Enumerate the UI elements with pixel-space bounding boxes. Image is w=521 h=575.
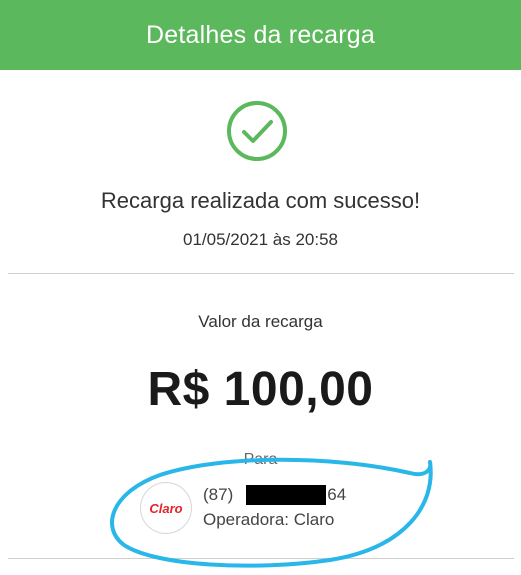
divider <box>8 273 514 274</box>
recipient-phone: (87) 64 <box>203 485 346 505</box>
header-title: Detalhes da recarga <box>146 20 375 49</box>
redaction-bar <box>246 485 327 505</box>
phone-area-code: (87) <box>203 485 234 504</box>
recipient-label: Para <box>243 451 278 468</box>
app-header: Detalhes da recarga <box>0 0 521 70</box>
claro-logo-icon: Claro <box>149 500 183 516</box>
divider <box>8 558 514 559</box>
operator-name: Operadora: Claro <box>203 510 335 529</box>
phone-suffix: 64 <box>327 485 347 504</box>
operator-logo: Claro <box>140 482 192 534</box>
check-circle-icon <box>227 101 287 161</box>
recharge-datetime: 01/05/2021 às 20:58 <box>182 230 339 249</box>
amount-label: Valor da recarga <box>198 312 323 331</box>
success-message: Recarga realizada com sucesso! <box>100 188 421 213</box>
recharge-amount: R$ 100,00 <box>147 363 374 416</box>
